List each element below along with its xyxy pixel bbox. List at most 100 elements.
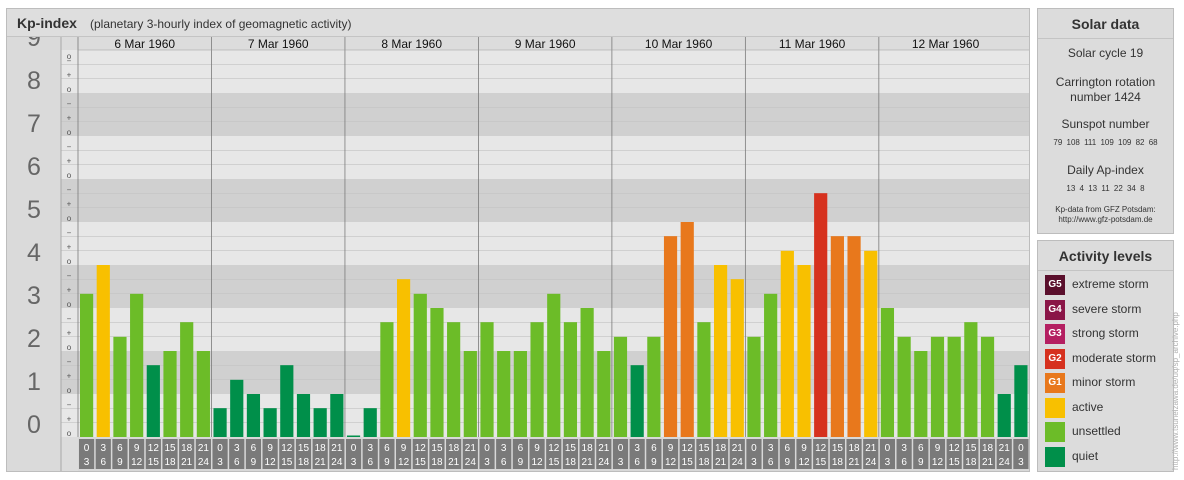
kp-bar [797,265,811,437]
interval-end-label: 21 [181,457,193,468]
kp-bar [213,408,227,437]
kp-bar [146,365,160,437]
interval-start-label: 3 [634,443,640,454]
interval-start-label: 18 [982,443,994,454]
ap-index-values: 13 4 13 11 22 34 8 [1066,184,1145,193]
kp-bar [480,322,494,437]
interval-end-label: 15 [415,457,427,468]
interval-start-label: 9 [534,443,540,454]
y-tick-label: 8 [27,67,41,95]
kp-bar [530,322,544,437]
minor-mark: − [67,271,72,280]
legend-item-minor-storm: G1 minor storm [1045,373,1170,393]
interval-start-label: 0 [351,443,357,454]
minor-mark: o [67,128,72,137]
kp-bar [130,293,144,437]
interval-end-label: 21 [448,457,460,468]
minor-mark: + [67,415,72,424]
interval-start-label: 15 [431,443,443,454]
interval-end-label: 12 [798,457,810,468]
interval-end-label: 18 [965,457,977,468]
interval-start-label: 0 [84,443,90,454]
y-tick-label: 3 [27,282,41,310]
kp-bar [613,336,628,437]
interval-start-label: 0 [751,443,757,454]
chart-header: Kp-index (planetary 3-hourly index of ge… [7,9,1029,37]
kp-bar [547,293,561,437]
minor-mark: o [67,171,72,180]
interval-end-label: 3 [751,457,757,468]
interval-start-label: 12 [548,443,560,454]
legend-label: severe storm [1072,301,1142,316]
interval-end-label: 21 [315,457,327,468]
legend-label: minor storm [1072,375,1136,389]
kp-bar [697,322,711,437]
kp-bar [847,236,861,437]
y-tick-label: 9 [27,37,41,52]
interval-start-label: 21 [732,443,744,454]
interval-end-label: 9 [651,457,657,468]
kp-bar [597,351,611,437]
interval-end-label: 6 [367,457,373,468]
interval-start-label: 21 [198,443,210,454]
kp-bar [96,265,110,437]
day-label: 7 Mar 1960 [248,37,309,51]
legend-label: strong storm [1072,326,1139,340]
interval-end-label: 3 [351,457,357,468]
interval-end-label: 24 [732,457,744,468]
interval-start-label: 15 [565,443,577,454]
interval-end-label: 21 [582,457,594,468]
interval-start-label: 9 [401,443,407,454]
legend-swatch: G2 [1045,348,1065,369]
carrington-label-line1: Carrington rotation [1055,75,1156,89]
interval-end-label: 9 [518,457,524,468]
chart-subtitle: (planetary 3-hourly index of geomagnetic… [90,17,352,31]
interval-start-label: 6 [651,443,657,454]
interval-start-label: 6 [518,443,524,454]
minor-mark: o [67,52,72,61]
kp-bar [413,293,427,437]
kp-chart-panel: Kp-index (planetary 3-hourly index of ge… [6,8,1030,472]
kp-bar [680,222,694,437]
minor-mark: − [67,185,72,194]
interval-start-label: 0 [484,443,490,454]
interval-start-label: 6 [384,443,390,454]
y-tick-label: 4 [27,239,41,267]
minor-mark: o [67,214,72,223]
kp-bar [230,379,244,437]
interval-end-label: 21 [982,457,994,468]
legend-item-moderate-storm: G2 moderate storm [1045,348,1170,369]
minor-mark: o [67,429,72,438]
interval-end-label: 9 [384,457,390,468]
interval-start-label: 12 [815,443,827,454]
y-tick-label: 5 [27,196,41,224]
kp-bar [313,408,327,437]
interval-end-label: 24 [598,457,610,468]
sunspot-title: Sunspot number [1061,117,1150,131]
kp-bar [463,351,477,437]
legend-item-unsettled: unsettled [1045,422,1170,442]
interval-start-label: 6 [785,443,791,454]
interval-start-label: 18 [849,443,861,454]
interval-end-label: 15 [815,457,827,468]
minor-mark: o [67,257,72,266]
watermark-url: http://www.tsuneizawa.de/uq/sp_archive.p… [1171,312,1180,470]
legend-item-active: active [1045,397,1170,418]
kp-bar [864,250,878,437]
solar-data-panel: Solar data Solar cycle 19 Carrington rot… [1037,8,1174,234]
interval-start-label: 9 [935,443,941,454]
interval-end-label: 12 [398,457,410,468]
interval-end-label: 15 [148,457,160,468]
kp-bar [330,394,344,437]
minor-mark: − [67,400,72,409]
y-tick-label: 7 [27,110,41,138]
interval-start-label: 21 [999,443,1011,454]
day-label: 12 Mar 1960 [912,37,980,51]
kp-bar [980,336,995,437]
y-tick-label: 6 [27,153,41,181]
kp-bar [163,351,177,437]
interval-end-label: 9 [918,457,924,468]
interval-end-label: 24 [999,457,1011,468]
interval-start-label: 3 [768,443,774,454]
interval-start-label: 15 [298,443,310,454]
